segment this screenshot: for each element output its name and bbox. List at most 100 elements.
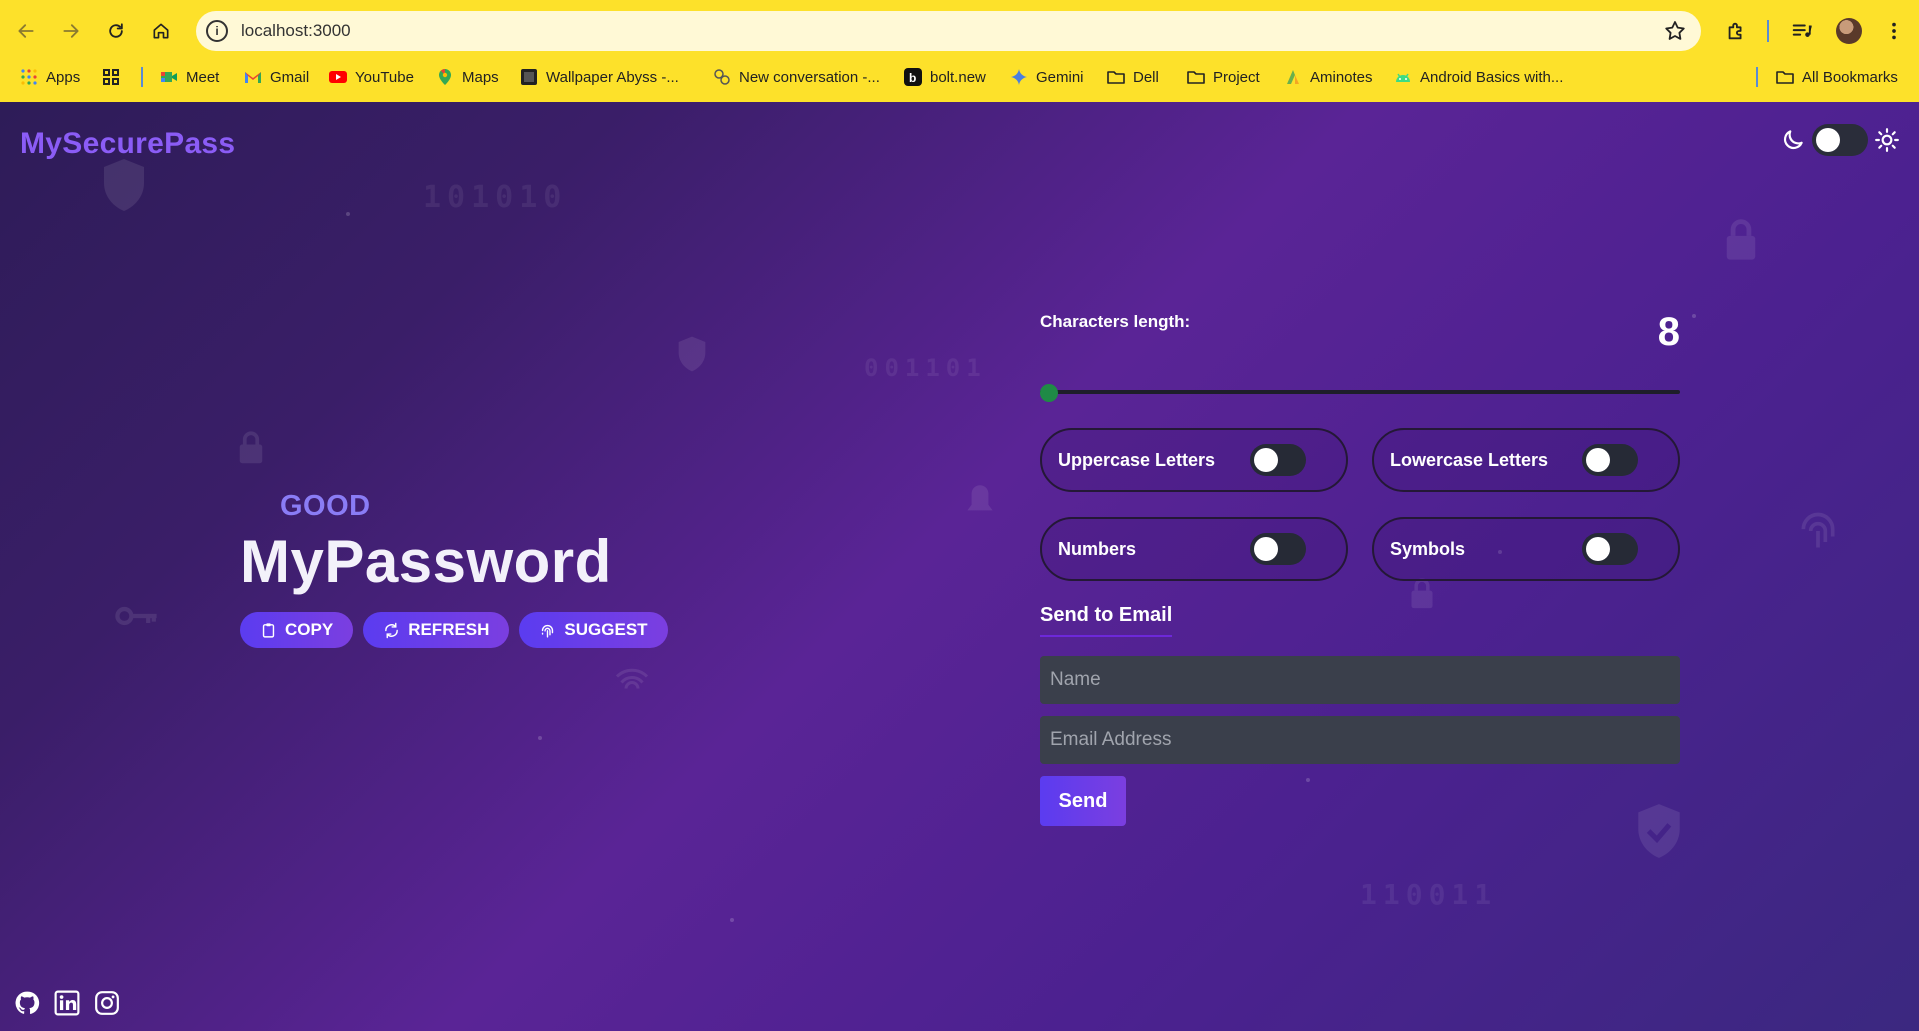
bookmark-label: Apps xyxy=(46,68,81,86)
bookmark-label: YouTube xyxy=(355,68,414,86)
password-actions: COPY REFRESH SUGGEST xyxy=(240,612,668,648)
folder-icon xyxy=(1187,71,1205,84)
wallpaper-icon xyxy=(521,69,537,85)
bookmark-label: Android Basics with... xyxy=(1420,68,1564,86)
key-icon xyxy=(115,606,157,626)
decorative-dot xyxy=(1692,314,1696,318)
browser-menu-button[interactable] xyxy=(1878,15,1910,47)
symbols-label: Symbols xyxy=(1390,539,1466,559)
app-page: 101010 001101 110011 MySecurePass GOOD M… xyxy=(0,102,1919,1031)
bookmark-label: Meet xyxy=(186,68,220,86)
bookmark-folder-project[interactable]: Project xyxy=(1187,62,1260,92)
conversation-icon xyxy=(714,69,730,85)
brand-logo[interactable]: MySecurePass xyxy=(20,127,235,161)
instagram-icon[interactable] xyxy=(94,990,120,1016)
profile-avatar[interactable] xyxy=(1836,18,1862,44)
theme-toggle[interactable] xyxy=(1812,124,1868,156)
padlock-icon xyxy=(1726,219,1756,260)
apps-grid-icon xyxy=(21,69,37,85)
bookmark-bolt[interactable]: b bolt.new xyxy=(904,62,986,92)
bookmark-star-icon[interactable] xyxy=(1663,19,1687,43)
suggest-button[interactable]: SUGGEST xyxy=(519,612,668,648)
bookmark-label: Aminotes xyxy=(1310,68,1373,86)
suggest-label: SUGGEST xyxy=(564,620,648,639)
refresh-label: REFRESH xyxy=(408,620,490,639)
site-info-icon[interactable]: i xyxy=(206,20,228,42)
toolbar-divider xyxy=(1767,20,1769,42)
extensions-button[interactable] xyxy=(1720,15,1752,47)
send-button[interactable]: Send xyxy=(1040,776,1126,826)
aminotes-icon xyxy=(1287,70,1299,84)
bookmark-aminotes[interactable]: Aminotes xyxy=(1284,62,1373,92)
browser-chrome: i localhost:3000 Apps Meet Gmail YouTube… xyxy=(0,0,1919,102)
svg-text:b: b xyxy=(909,71,916,85)
bookmark-apps[interactable]: Apps xyxy=(20,62,80,92)
bookmark-wallpaper-abyss[interactable]: Wallpaper Abyss -... xyxy=(520,62,679,92)
folder-icon xyxy=(1107,71,1125,84)
bookmark-folder-dell[interactable]: Dell xyxy=(1107,62,1159,92)
bookmark-gmail[interactable]: Gmail xyxy=(244,62,309,92)
address-bar[interactable]: i localhost:3000 xyxy=(196,11,1701,51)
arrow-right-icon xyxy=(63,24,79,38)
bookmark-divider xyxy=(141,67,143,87)
decorative-binary: 001101 xyxy=(864,354,987,382)
media-control-button[interactable] xyxy=(1786,15,1818,47)
bookmark-gemini[interactable]: Gemini xyxy=(1010,62,1084,92)
shield-check-icon xyxy=(1638,804,1680,858)
send-email-heading: Send to Email xyxy=(1040,604,1173,637)
theme-switcher xyxy=(1780,124,1900,156)
uppercase-toggle[interactable] xyxy=(1250,444,1306,476)
lowercase-toggle[interactable] xyxy=(1582,444,1638,476)
bookmark-meet[interactable]: Meet xyxy=(160,62,219,92)
decorative-binary: 110011 xyxy=(1360,878,1498,911)
grid-squares-icon xyxy=(103,69,119,85)
bookmark-label: Dell xyxy=(1133,68,1159,86)
bookmark-grid[interactable] xyxy=(102,62,120,92)
github-icon[interactable] xyxy=(14,990,40,1016)
arrow-left-icon xyxy=(18,24,34,38)
linkedin-icon[interactable] xyxy=(54,990,80,1016)
bookmark-android-basics[interactable]: Android Basics with... xyxy=(1394,62,1563,92)
generated-password: MyPassword xyxy=(240,528,612,595)
bookmark-label: New conversation -... xyxy=(739,68,880,86)
toggle-knob xyxy=(1254,537,1278,561)
forward-button[interactable] xyxy=(55,15,87,47)
gmail-icon xyxy=(245,72,261,83)
numbers-toggle[interactable] xyxy=(1250,533,1306,565)
bookmark-new-conversation[interactable]: New conversation -... xyxy=(713,62,880,92)
wifi-icon xyxy=(615,668,649,689)
bolt-icon: b xyxy=(904,68,922,86)
name-input[interactable] xyxy=(1040,656,1680,704)
symbols-toggle[interactable] xyxy=(1582,533,1638,565)
bookmark-all-bookmarks[interactable]: All Bookmarks xyxy=(1776,62,1898,92)
home-button[interactable] xyxy=(145,15,177,47)
bookmark-label: All Bookmarks xyxy=(1802,68,1898,86)
password-strength-label: GOOD xyxy=(280,490,371,522)
reload-button[interactable] xyxy=(100,15,132,47)
address-url: localhost:3000 xyxy=(241,21,351,40)
decorative-binary: 101010 xyxy=(423,180,568,215)
refresh-button[interactable]: REFRESH xyxy=(363,612,510,648)
decorative-dot xyxy=(1306,778,1310,782)
moon-icon xyxy=(1783,130,1803,150)
copy-button[interactable]: COPY xyxy=(240,612,354,648)
toggle-knob xyxy=(1586,537,1610,561)
length-slider[interactable] xyxy=(1040,384,1680,402)
home-icon xyxy=(153,23,169,39)
length-label: Characters length: xyxy=(1040,312,1191,331)
sun-icon xyxy=(1875,128,1899,152)
bookmark-label: Gemini xyxy=(1036,68,1084,86)
reload-icon xyxy=(109,23,123,38)
padlock-icon xyxy=(239,431,263,464)
email-input[interactable] xyxy=(1040,716,1680,764)
bookmark-maps[interactable]: Maps xyxy=(436,62,499,92)
bookmark-youtube[interactable]: YouTube xyxy=(329,62,414,92)
maps-pin-icon xyxy=(439,69,451,85)
back-button[interactable] xyxy=(10,15,42,47)
uppercase-option: Uppercase Letters xyxy=(1040,428,1348,492)
youtube-icon xyxy=(329,71,347,83)
uppercase-label: Uppercase Letters xyxy=(1058,450,1216,470)
slider-thumb[interactable] xyxy=(1040,384,1058,402)
bookmark-label: bolt.new xyxy=(930,68,986,86)
bookmark-label: Wallpaper Abyss -... xyxy=(546,68,679,86)
